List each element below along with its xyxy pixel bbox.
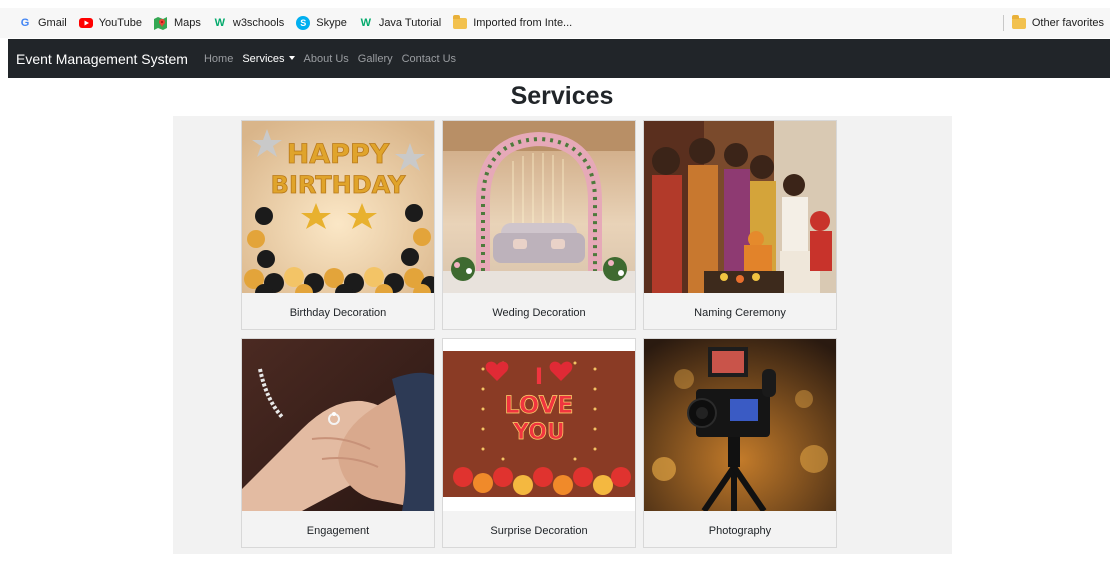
nav-gallery[interactable]: Gallery	[358, 53, 393, 65]
navbar-brand[interactable]: Event Management System	[16, 51, 188, 67]
bookmark-imported-folder[interactable]: Imported from Inte...	[453, 14, 573, 30]
nav-services-label: Services	[242, 52, 285, 65]
bookmark-skype[interactable]: S Skype	[296, 16, 347, 30]
w3schools-icon: W	[360, 17, 371, 29]
love-balloons-image: I LOVE YOU	[443, 339, 635, 511]
bookmark-label: w3schools	[232, 17, 285, 29]
bookmark-divider	[1002, 15, 1004, 31]
bookmark-youtube[interactable]: YouTube	[78, 16, 142, 30]
youtube-icon	[78, 16, 93, 30]
google-icon: G	[20, 17, 30, 29]
service-title: Weding Decoration	[492, 307, 586, 319]
service-title: Surprise Decoration	[490, 525, 588, 537]
video-camera-image	[644, 339, 836, 511]
maps-icon	[154, 16, 168, 30]
bookmark-label: Skype	[316, 17, 347, 29]
service-card-wedding[interactable]: Weding Decoration	[442, 120, 636, 330]
folder-icon	[453, 14, 468, 30]
folder-icon	[1011, 14, 1026, 30]
svg-text:YOU: YOU	[512, 420, 565, 445]
nav-contact-us[interactable]: Contact Us	[402, 53, 456, 65]
birthday-balloons-image: HAPPY BIRTHDAY	[242, 121, 434, 293]
page-title: Services	[510, 82, 614, 110]
service-title: Photography	[708, 525, 772, 537]
bookmark-label: YouTube	[98, 17, 142, 29]
service-card-engagement[interactable]: Engagement	[241, 338, 435, 548]
bookmark-java-tutorial[interactable]: W Java Tutorial	[359, 16, 442, 30]
services-grid: HAPPY BIRTHDAY Birthday Decoration Wedin…	[173, 116, 952, 554]
caret-down-icon	[288, 55, 295, 60]
bookmark-w3schools[interactable]: W w3schools	[213, 16, 285, 30]
svg-text:HAPPY: HAPPY	[287, 139, 390, 170]
service-card-birthday[interactable]: HAPPY BIRTHDAY Birthday Decoration	[241, 120, 435, 330]
svg-text:LOVE: LOVE	[504, 391, 573, 419]
svg-text:BIRTHDAY: BIRTHDAY	[271, 171, 406, 199]
service-title: Birthday Decoration	[289, 307, 387, 319]
bookmark-label: Imported from Inte...	[473, 17, 573, 29]
other-favorites[interactable]: Other favorites	[1002, 8, 1104, 38]
holding-hands-image	[242, 339, 434, 511]
nav-about-us[interactable]: About Us	[304, 53, 349, 65]
nav-services-dropdown[interactable]: Services	[242, 52, 295, 65]
wedding-arch-image	[443, 121, 635, 293]
bookmarks-bar: G Gmail YouTube Maps W w3schools S Skype…	[0, 8, 1110, 38]
other-favorites-label: Other favorites	[1031, 17, 1104, 29]
service-card-surprise[interactable]: I LOVE YOU Surprise Decoration	[442, 338, 636, 548]
skype-icon: S	[296, 16, 311, 30]
naming-ceremony-image	[644, 121, 836, 293]
nav-home[interactable]: Home	[204, 53, 233, 65]
bookmark-label: Maps	[173, 17, 201, 29]
bookmark-label: Gmail	[38, 17, 67, 29]
navbar: Event Management System Home Services Ab…	[8, 39, 1110, 78]
bookmark-maps[interactable]: Maps	[154, 16, 201, 30]
service-card-photography[interactable]: Photography	[643, 338, 837, 548]
service-card-naming-ceremony[interactable]: Naming Ceremony	[643, 120, 837, 330]
bookmark-label: Java Tutorial	[378, 17, 442, 29]
bookmark-gmail[interactable]: G Gmail	[18, 16, 67, 30]
service-title: Engagement	[306, 525, 370, 537]
service-title: Naming Ceremony	[694, 307, 786, 319]
svg-text:I: I	[535, 365, 543, 390]
w3schools-icon: W	[214, 17, 226, 29]
